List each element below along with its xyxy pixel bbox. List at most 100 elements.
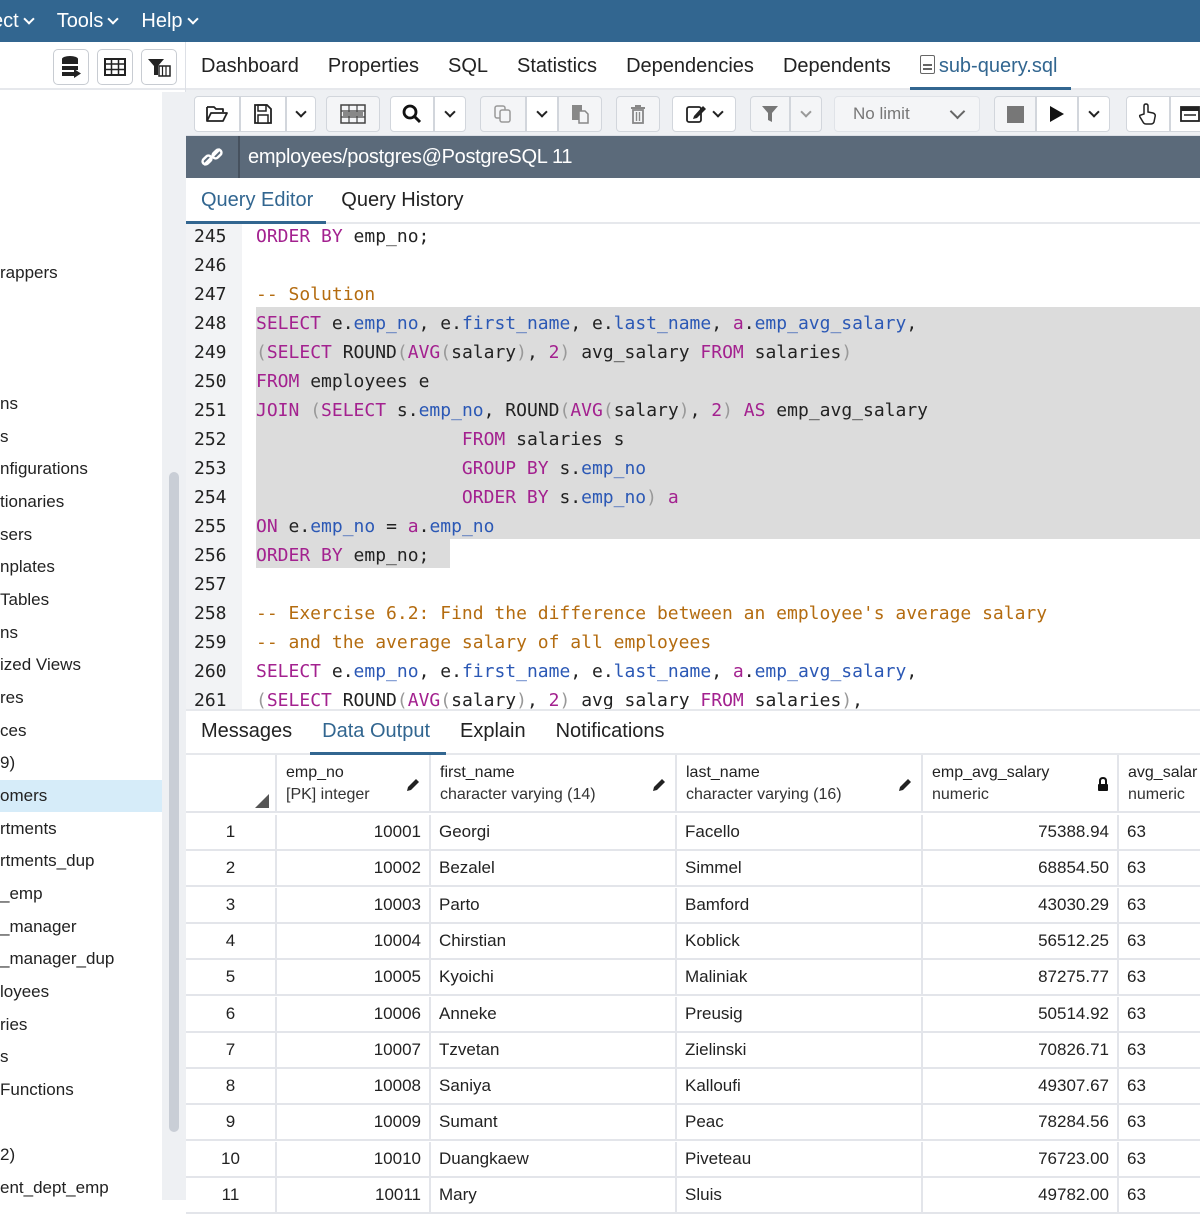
cell-emp-no[interactable]: 10003 [277, 887, 431, 922]
cell-first-name[interactable]: Tzvetan [431, 1032, 677, 1067]
row-number-cell[interactable]: 11 [186, 1178, 277, 1212]
tree-scrollbar-thumb[interactable] [169, 472, 179, 1132]
view-data-button[interactable] [97, 49, 133, 85]
cell-first-name[interactable]: Bezalel [431, 851, 677, 886]
tab-explain[interactable]: Explain [460, 720, 526, 753]
tree-item[interactable]: _manager_dup [0, 943, 162, 975]
connection-status-button[interactable] [186, 136, 240, 178]
tree-item[interactable]: rappers [0, 257, 162, 289]
tab-query-editor[interactable]: Query Editor [185, 189, 327, 224]
tree-item[interactable]: _manager [0, 911, 162, 943]
cell-avg-salary[interactable]: 63 [1119, 1069, 1200, 1103]
cell-emp-no[interactable]: 10010 [277, 1141, 431, 1176]
table-row[interactable]: 4 10004 Chirstian Koblick 56512.25 63 [186, 923, 1200, 960]
tree-item[interactable]: Functions [0, 1074, 162, 1106]
commit-button[interactable] [1126, 96, 1170, 132]
tab-notifications[interactable]: Notifications [556, 720, 665, 753]
cell-first-name[interactable]: Parto [431, 887, 677, 922]
cell-emp-no[interactable]: 10002 [277, 851, 431, 886]
row-number-cell[interactable]: 1 [186, 815, 277, 849]
cell-last-name[interactable]: Maliniak [677, 960, 923, 995]
cell-last-name[interactable]: Simmel [677, 851, 923, 886]
cell-avg-salary[interactable]: 63 [1119, 851, 1200, 885]
cell-last-name[interactable]: Preusig [677, 996, 923, 1031]
execute-options-dropdown[interactable] [1078, 96, 1110, 132]
tree-item[interactable]: s [0, 1041, 162, 1073]
table-row[interactable]: 6 10006 Anneke Preusig 50514.92 63 [186, 996, 1200, 1033]
cell-first-name[interactable]: Anneke [431, 996, 677, 1031]
cell-avg-salary[interactable]: 63 [1119, 1105, 1200, 1139]
tree-item[interactable]: tionaries [0, 486, 162, 518]
tree-item[interactable]: 9) [0, 747, 162, 779]
table-row[interactable]: 10 10010 Duangkaew Piveteau 76723.00 63 [186, 1141, 1200, 1178]
tree-item[interactable]: sers [0, 519, 162, 551]
tree-item[interactable]: Tables [0, 584, 162, 616]
cell-last-name[interactable]: Peac [677, 1105, 923, 1140]
cell-last-name[interactable]: Sluis [677, 1178, 923, 1212]
save-file-button[interactable] [240, 96, 286, 132]
find-dropdown[interactable] [434, 96, 466, 132]
cell-last-name[interactable]: Kalloufi [677, 1069, 923, 1104]
query-tool-button[interactable] [53, 49, 89, 85]
execute-button[interactable] [1036, 96, 1078, 132]
cell-emp-no[interactable]: 10006 [277, 996, 431, 1031]
select-all-cell[interactable] [186, 755, 277, 813]
cell-emp-avg-salary[interactable]: 49782.00 [923, 1178, 1119, 1212]
cell-first-name[interactable]: Mary [431, 1178, 677, 1212]
cell-emp-avg-salary[interactable]: 43030.29 [923, 887, 1119, 922]
copy-button[interactable] [480, 96, 526, 132]
tree-item[interactable]: rtments [0, 813, 162, 845]
tree-item[interactable]: ized Views [0, 649, 162, 681]
tree-item[interactable]: _emp [0, 878, 162, 910]
cell-emp-avg-salary[interactable]: 75388.94 [923, 815, 1119, 849]
cell-emp-avg-salary[interactable]: 56512.25 [923, 923, 1119, 958]
cell-avg-salary[interactable]: 63 [1119, 924, 1200, 958]
column-header-avg-salary[interactable]: avg_salar numeric [1119, 755, 1200, 813]
tab-messages[interactable]: Messages [201, 720, 292, 753]
tab-dashboard[interactable]: Dashboard [201, 55, 299, 88]
tree-item[interactable]: ent_dept_emp [0, 1172, 162, 1200]
cell-emp-no[interactable]: 10005 [277, 960, 431, 995]
tab-data-output[interactable]: Data Output [310, 720, 446, 755]
cell-emp-no[interactable]: 10004 [277, 923, 431, 958]
cell-last-name[interactable]: Bamford [677, 887, 923, 922]
row-number-cell[interactable]: 8 [186, 1069, 277, 1104]
paste-button[interactable] [558, 96, 602, 132]
row-number-cell[interactable]: 10 [186, 1141, 277, 1176]
table-row[interactable]: 5 10005 Kyoichi Maliniak 87275.77 63 [186, 960, 1200, 997]
cell-emp-avg-salary[interactable]: 78284.56 [923, 1105, 1119, 1140]
tree-item[interactable]: ns [0, 388, 162, 420]
cell-first-name[interactable]: Chirstian [431, 923, 677, 958]
table-row[interactable]: 9 10009 Sumant Peac 78284.56 63 [186, 1105, 1200, 1142]
column-header-emp-avg-salary[interactable]: emp_avg_salary numeric [923, 755, 1119, 813]
column-header-last-name[interactable]: last_name character varying (16) [677, 755, 923, 813]
cell-first-name[interactable]: Georgi [431, 815, 677, 849]
row-number-cell[interactable]: 4 [186, 923, 277, 958]
cell-emp-no[interactable]: 10007 [277, 1032, 431, 1067]
cancel-query-button[interactable] [994, 96, 1036, 132]
cell-last-name[interactable]: Facello [677, 815, 923, 849]
cell-avg-salary[interactable]: 63 [1119, 888, 1200, 922]
row-number-cell[interactable]: 3 [186, 887, 277, 922]
cell-emp-avg-salary[interactable]: 49307.67 [923, 1069, 1119, 1104]
row-number-cell[interactable]: 7 [186, 1032, 277, 1067]
tab-properties[interactable]: Properties [328, 55, 419, 88]
column-header-emp-no[interactable]: emp_no [PK] integer [277, 755, 431, 813]
cell-last-name[interactable]: Piveteau [677, 1141, 923, 1176]
row-number-cell[interactable]: 6 [186, 996, 277, 1031]
menu-object[interactable]: ect [0, 10, 35, 33]
cell-avg-salary[interactable]: 63 [1119, 997, 1200, 1031]
tab-dependencies[interactable]: Dependencies [626, 55, 754, 88]
cell-emp-avg-salary[interactable]: 76723.00 [923, 1141, 1119, 1176]
open-file-button[interactable] [194, 96, 240, 132]
cell-avg-salary[interactable]: 63 [1119, 960, 1200, 994]
cell-emp-no[interactable]: 10011 [277, 1178, 431, 1212]
cell-emp-avg-salary[interactable]: 50514.92 [923, 996, 1119, 1031]
find-button[interactable] [390, 96, 434, 132]
filter-button[interactable] [750, 96, 790, 132]
menu-help[interactable]: Help [141, 10, 199, 33]
tab-dependents[interactable]: Dependents [783, 55, 891, 88]
cell-emp-no[interactable]: 10001 [277, 815, 431, 849]
edit-dropdown-button[interactable] [672, 96, 736, 132]
table-row[interactable]: 1 10001 Georgi Facello 75388.94 63 [186, 815, 1200, 851]
